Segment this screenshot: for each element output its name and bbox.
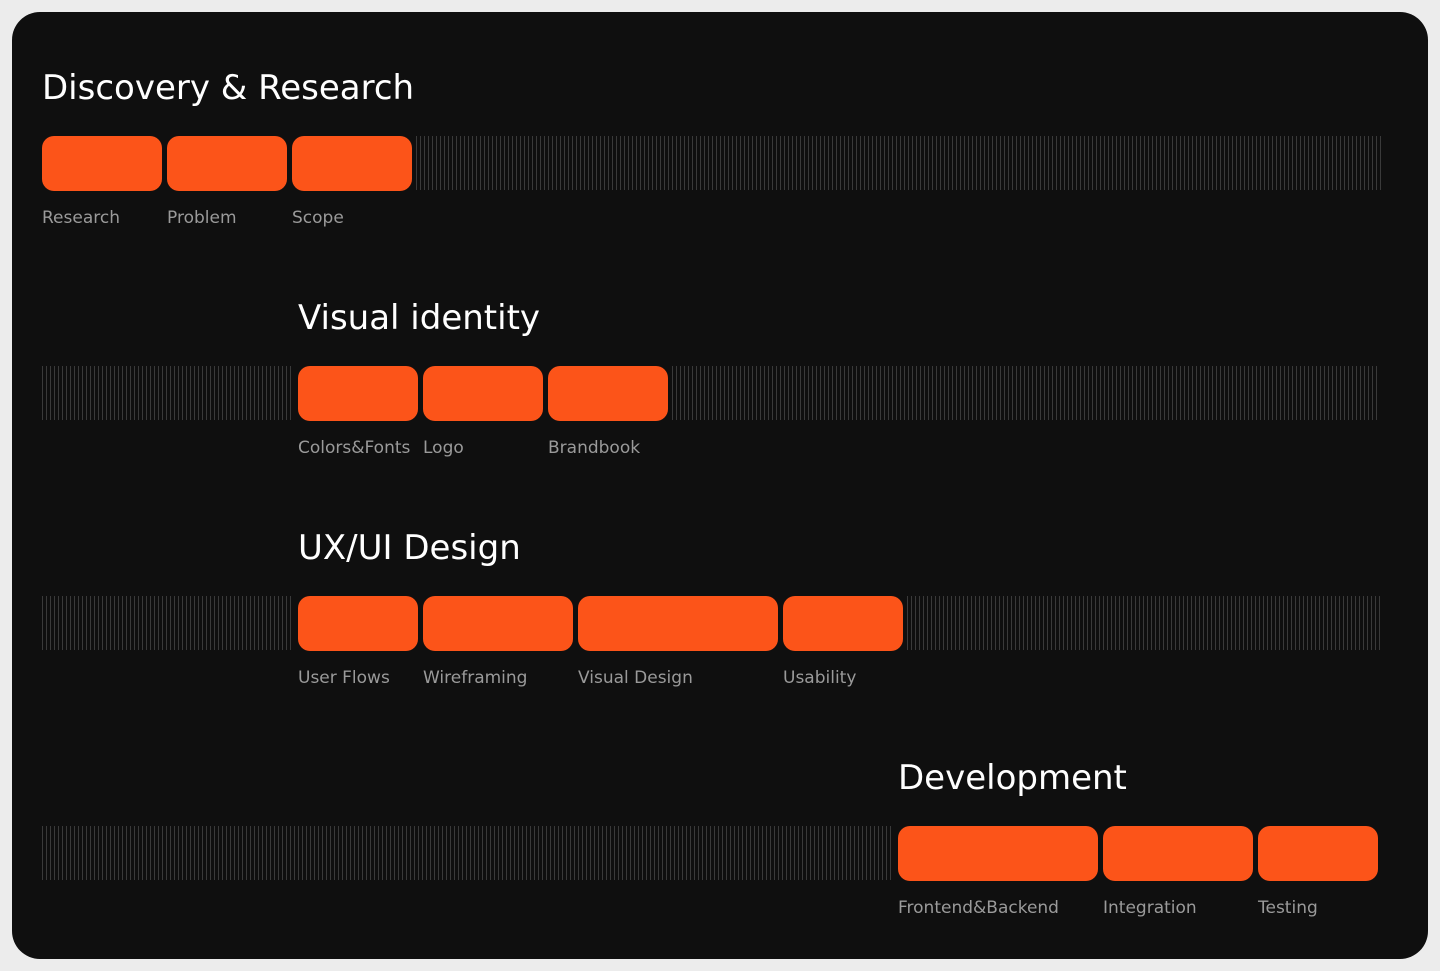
timeline-hatch [42,366,294,420]
step-label: Frontend&Backend [898,898,1059,918]
step-label: User Flows [298,668,390,688]
step-block-problem [167,136,287,191]
step-label: Logo [423,438,464,458]
stage-title: Discovery & Research [42,68,415,108]
step-label: Problem [167,208,237,228]
step-block-usability [783,596,903,651]
step-block-scope [292,136,412,191]
step-label: Testing [1258,898,1318,918]
stage-title: Development [898,758,1127,798]
step-label: Colors&Fonts [298,438,411,458]
step-label: Wireframing [423,668,528,688]
step-label: Integration [1103,898,1197,918]
step-block-visual-design [578,596,778,651]
step-label: Usability [783,668,857,688]
timeline-hatch [42,596,294,650]
step-block-testing [1258,826,1378,881]
timeline-hatch [416,136,1384,190]
roadmap-card: Discovery & Research Research Problem Sc… [12,12,1428,959]
timeline-hatch [672,366,1380,420]
timeline-hatch [42,826,894,880]
step-label: Brandbook [548,438,641,458]
step-block-user-flows [298,596,418,651]
timeline-hatch [907,596,1380,650]
step-block-frontend-backend [898,826,1098,881]
step-block-brandbook [548,366,668,421]
step-block-research [42,136,162,191]
step-block-wireframing [423,596,573,651]
step-label: Visual Design [578,668,693,688]
step-label: Research [42,208,120,228]
stage-title: Visual identity [298,298,541,338]
stage-title: UX/UI Design [298,528,521,568]
step-block-colors-fonts [298,366,418,421]
step-label: Scope [292,208,344,228]
step-block-integration [1103,826,1253,881]
step-block-logo [423,366,543,421]
